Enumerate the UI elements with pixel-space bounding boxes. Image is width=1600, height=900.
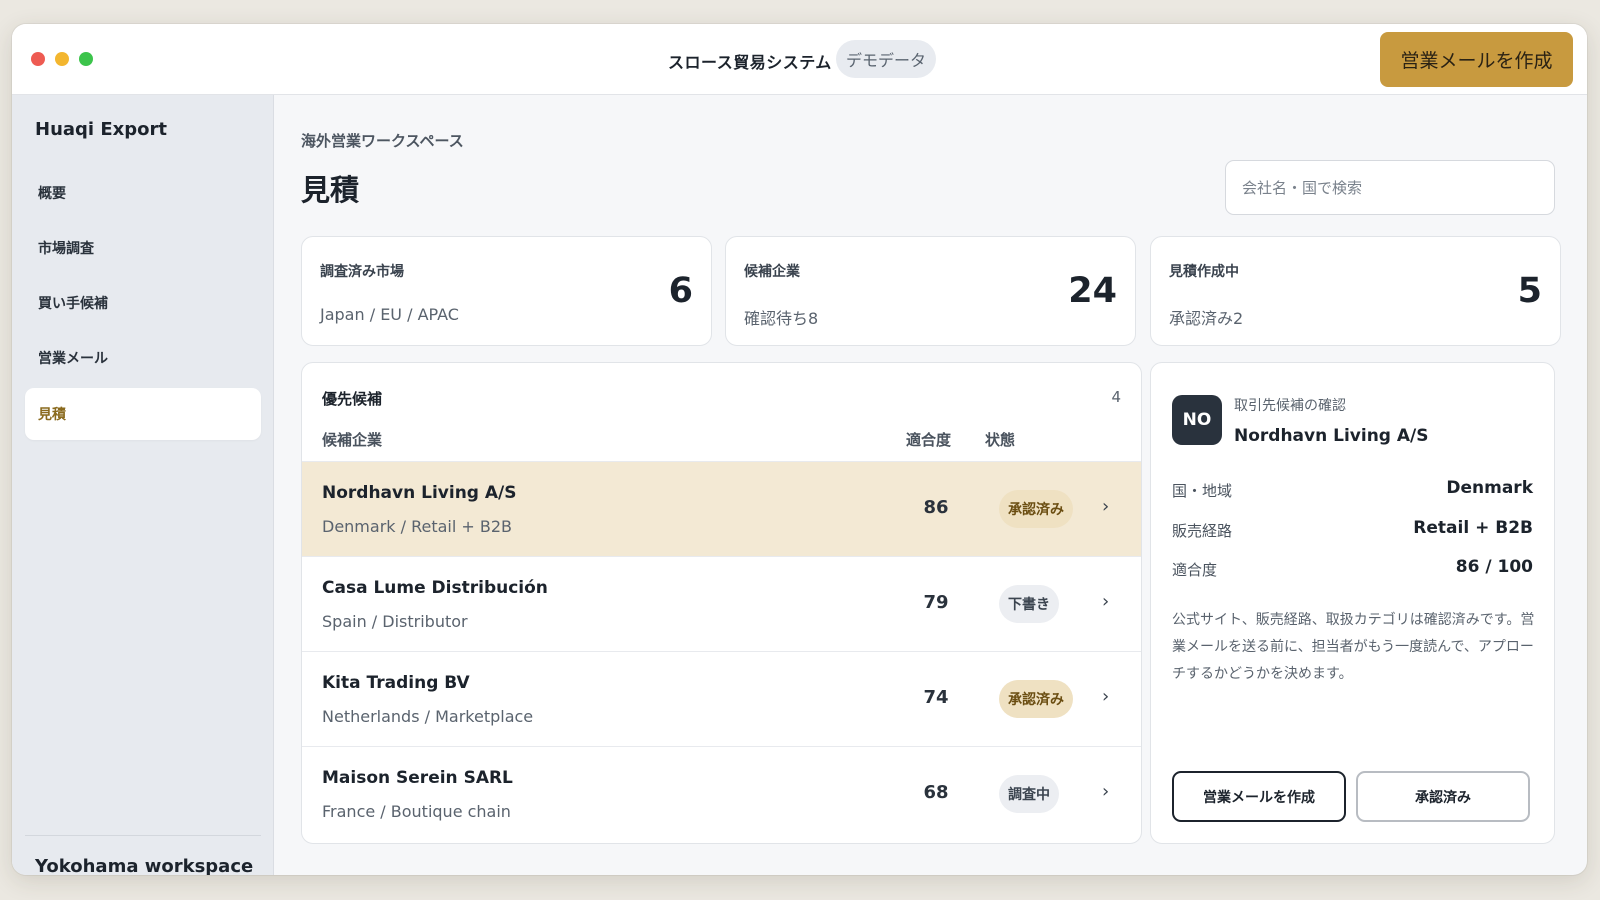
list-title: 優先候補 bbox=[322, 390, 383, 408]
stat-value: 6 bbox=[668, 271, 693, 311]
column-header-status[interactable]: 状態 bbox=[985, 429, 1015, 450]
workspace-name: Yokohama workspace bbox=[35, 856, 254, 875]
stat-label: 調査済み市場 bbox=[320, 264, 404, 280]
row-company-name: Nordhavn Living A/S bbox=[322, 483, 517, 503]
field-value-channel: Retail + B2B bbox=[1413, 518, 1533, 538]
row-company-meta: Netherlands / Marketplace bbox=[322, 707, 534, 726]
search-input[interactable] bbox=[1225, 160, 1555, 215]
status-badge: 下書き bbox=[999, 585, 1059, 623]
close-window-button[interactable] bbox=[31, 52, 45, 66]
sidebar-item-market-research[interactable]: 市場調査 bbox=[25, 222, 261, 274]
row-company-name: Maison Serein SARL bbox=[322, 768, 513, 788]
stat-value: 5 bbox=[1517, 271, 1542, 311]
compose-email-button[interactable]: 営業メールを作成 bbox=[1380, 32, 1573, 87]
sidebar-item-overview[interactable]: 概要 bbox=[25, 167, 261, 219]
page-eyebrow: 海外営業ワークスペース bbox=[301, 132, 464, 150]
brand-name: Huaqi Export bbox=[35, 119, 167, 140]
stat-sub: 承認済み2 bbox=[1169, 309, 1244, 328]
column-header-score[interactable]: 適合度 bbox=[906, 429, 951, 450]
stat-value: 24 bbox=[1068, 271, 1117, 311]
status-badge: 承認済み bbox=[999, 680, 1073, 718]
app-window: スロース貿易システム デモデータ 営業メールを作成 Huaqi Export 概… bbox=[12, 24, 1587, 875]
list-count: 4 bbox=[1111, 388, 1121, 406]
sidebar-item-label: 市場調査 bbox=[38, 241, 94, 257]
app-title: スロース貿易システム bbox=[668, 53, 832, 72]
stat-sub: 確認待ち8 bbox=[744, 309, 819, 328]
sidebar-item-sales-email[interactable]: 営業メール bbox=[25, 332, 261, 384]
sidebar-item-label: 概要 bbox=[38, 186, 66, 202]
sidebar-item-label: 営業メール bbox=[38, 351, 108, 367]
stat-label: 候補企業 bbox=[744, 264, 800, 280]
field-value-score: 86 / 100 bbox=[1455, 557, 1533, 577]
sidebar: Huaqi Export 概要 市場調査 買い手候補 営業メール 見積 Yoko… bbox=[12, 95, 274, 875]
stat-card-quotes: 見積作成中 承認済み2 5 bbox=[1150, 236, 1561, 346]
status-badge: 承認済み bbox=[999, 490, 1073, 528]
row-score: 79 bbox=[923, 592, 949, 613]
stat-label: 見積作成中 bbox=[1169, 264, 1239, 280]
status-badge: 調査中 bbox=[999, 775, 1059, 813]
table-row[interactable]: Casa Lume Distribución Spain / Distribut… bbox=[302, 556, 1141, 651]
review-note: 公式サイト、販売経路、取扱カテゴリは確認済みです。営業メールを送る前に、担当者が… bbox=[1172, 612, 1535, 682]
column-header-company[interactable]: 候補企業 bbox=[322, 429, 382, 450]
sidebar-divider bbox=[25, 835, 261, 836]
stat-card-markets: 調査済み市場 Japan / EU / APAC 6 bbox=[301, 236, 712, 346]
page-title: 見積 bbox=[301, 173, 360, 207]
table-row[interactable]: Nordhavn Living A/S Denmark / Retail + B… bbox=[302, 461, 1141, 556]
row-score: 68 bbox=[923, 782, 949, 803]
sidebar-item-label: 買い手候補 bbox=[38, 296, 108, 312]
table-row[interactable]: Kita Trading BV Netherlands / Marketplac… bbox=[302, 651, 1141, 746]
stat-card-candidates: 候補企業 確認待ち8 24 bbox=[725, 236, 1136, 346]
candidate-detail-panel: NO 取引先候補の確認 Nordhavn Living A/S 国・地域 Den… bbox=[1150, 362, 1555, 844]
sidebar-item-buyer-candidates[interactable]: 買い手候補 bbox=[25, 277, 261, 329]
avatar: NO bbox=[1172, 395, 1222, 445]
detail-eyebrow: 取引先候補の確認 bbox=[1234, 398, 1346, 414]
zoom-window-button[interactable] bbox=[79, 52, 93, 66]
row-score: 74 bbox=[923, 687, 949, 708]
chevron-right-icon: › bbox=[1102, 591, 1110, 612]
row-company-name: Casa Lume Distribución bbox=[322, 578, 548, 598]
row-score: 86 bbox=[923, 497, 949, 518]
row-company-meta: France / Boutique chain bbox=[322, 802, 511, 821]
chevron-right-icon: › bbox=[1102, 496, 1110, 517]
row-company-meta: Denmark / Retail + B2B bbox=[322, 517, 513, 536]
sidebar-item-label: 見積 bbox=[38, 407, 66, 423]
field-label-score: 適合度 bbox=[1172, 561, 1218, 579]
chevron-right-icon: › bbox=[1102, 781, 1110, 802]
candidate-list: 優先候補 4 候補企業 適合度 状態 Nordhavn Living A/S D… bbox=[301, 362, 1142, 844]
window-controls bbox=[31, 52, 93, 66]
field-label-channel: 販売経路 bbox=[1172, 522, 1233, 540]
compose-email-detail-button[interactable]: 営業メールを作成 bbox=[1172, 771, 1346, 822]
stat-sub: Japan / EU / APAC bbox=[320, 305, 459, 324]
title-bar: スロース貿易システム デモデータ 営業メールを作成 bbox=[12, 24, 1587, 95]
minimize-window-button[interactable] bbox=[55, 52, 69, 66]
approved-button[interactable]: 承認済み bbox=[1356, 771, 1530, 822]
field-value-country: Denmark bbox=[1446, 478, 1533, 498]
row-company-meta: Spain / Distributor bbox=[322, 612, 468, 631]
main-content: 海外営業ワークスペース 見積 調査済み市場 Japan / EU / APAC … bbox=[274, 95, 1587, 875]
demo-data-badge: デモデータ bbox=[836, 40, 937, 78]
table-row[interactable]: Maison Serein SARL France / Boutique cha… bbox=[302, 746, 1141, 841]
row-company-name: Kita Trading BV bbox=[322, 673, 470, 693]
chevron-right-icon: › bbox=[1102, 686, 1110, 707]
detail-company-name: Nordhavn Living A/S bbox=[1234, 426, 1429, 446]
field-label-country: 国・地域 bbox=[1172, 482, 1233, 500]
sidebar-item-quotes[interactable]: 見積 bbox=[25, 388, 261, 440]
